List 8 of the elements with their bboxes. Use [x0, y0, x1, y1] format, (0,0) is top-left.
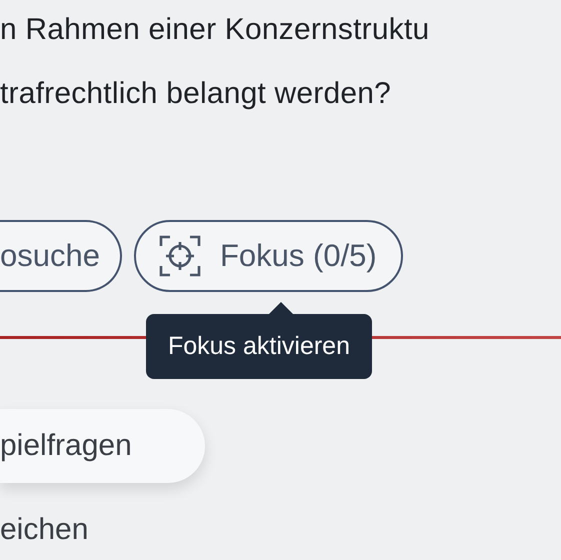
sample-questions-button[interactable]: pielfragen: [0, 409, 205, 483]
tooltip: Fokus aktivieren: [146, 314, 372, 379]
question-text: n Rahmen einer Konzernstruktu: [0, 12, 430, 48]
focus-icon: [158, 234, 202, 278]
focus-button[interactable]: Fokus (0/5): [134, 220, 403, 292]
search-button[interactable]: osuche: [0, 220, 122, 292]
question-text: trafrechtlich belangt werden?: [0, 76, 392, 112]
footer-text: eichen: [0, 513, 90, 547]
